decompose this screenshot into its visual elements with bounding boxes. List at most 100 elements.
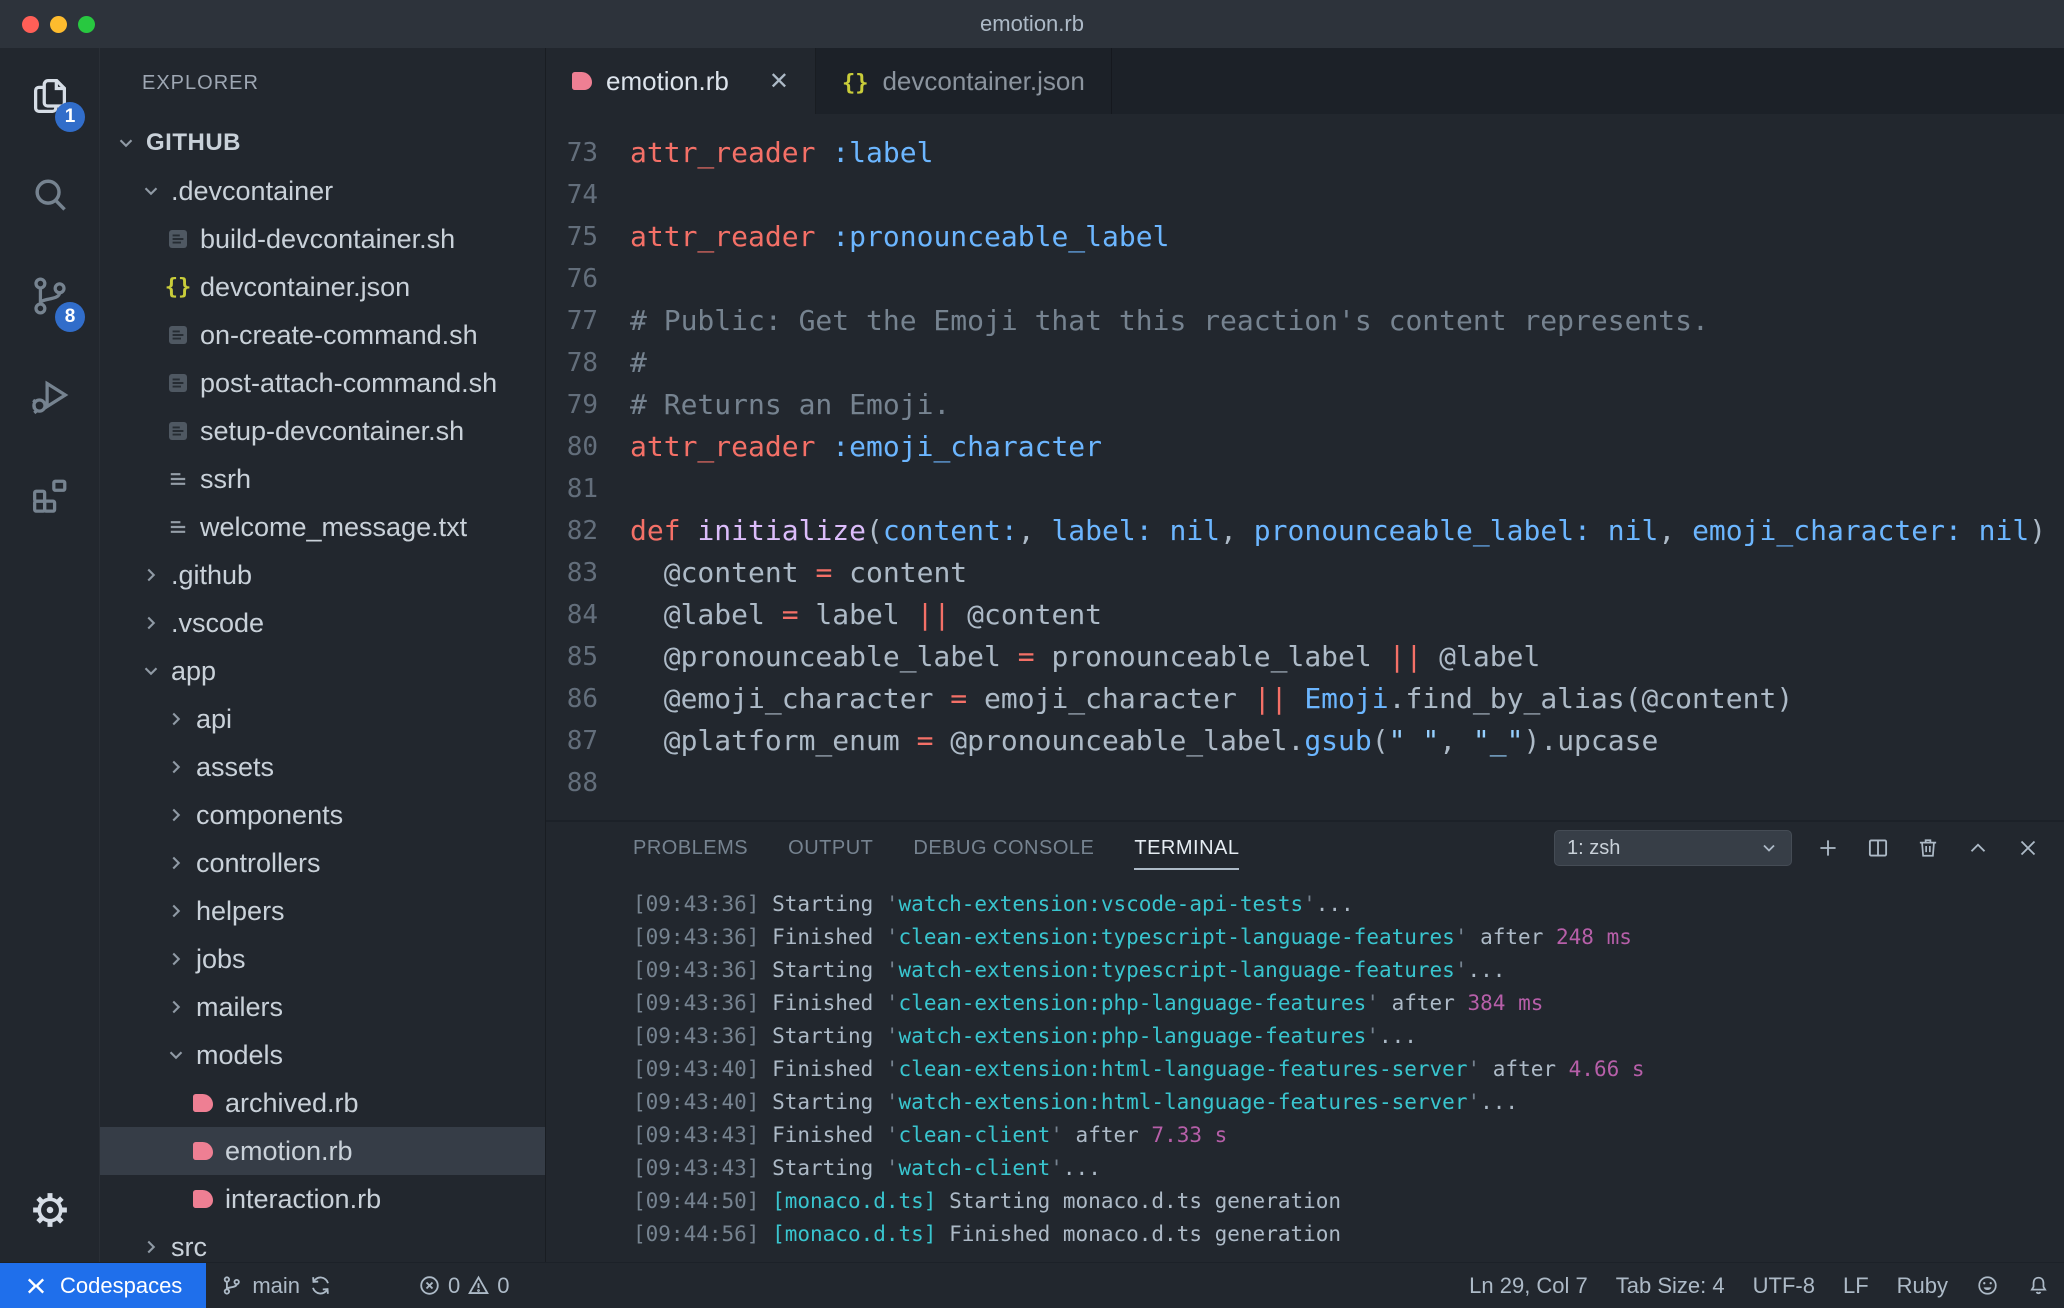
chevron-down-icon xyxy=(139,180,163,202)
status-eol-label: LF xyxy=(1842,1272,1869,1298)
status-tab-size[interactable]: Tab Size: 4 xyxy=(1602,1263,1739,1308)
tree-item-models[interactable]: models xyxy=(100,1031,545,1079)
tree-item-label: archived.rb xyxy=(225,1087,359,1118)
chevron-right-icon xyxy=(164,756,188,778)
new-terminal-button[interactable] xyxy=(1814,834,1842,862)
codespaces-remote-button[interactable]: Codespaces xyxy=(0,1263,207,1308)
terminal-output[interactable]: [09:43:36] Starting 'watch-extension:vsc… xyxy=(546,874,2064,1262)
tree-item-label: src xyxy=(171,1231,207,1262)
status-encoding[interactable]: UTF-8 xyxy=(1739,1263,1829,1308)
plus-icon xyxy=(1820,840,1836,856)
editor-tab-emotion-rb[interactable]: emotion.rb ✕ xyxy=(546,48,816,114)
tree-item-emotion-rb[interactable]: emotion.rb xyxy=(100,1127,545,1176)
tree-item-archived-rb[interactable]: archived.rb xyxy=(100,1079,545,1127)
code-line: 76 xyxy=(546,258,2064,300)
panel-tab-output[interactable]: OUTPUT xyxy=(788,822,873,874)
code-line: 86 @emoji_character = emoji_character ||… xyxy=(546,678,2064,720)
tree-item-api[interactable]: api xyxy=(100,695,545,743)
tree-item-components[interactable]: components xyxy=(100,791,545,839)
tree-item-assets[interactable]: assets xyxy=(100,743,545,791)
tree-item-mailers[interactable]: mailers xyxy=(100,983,545,1031)
tree-item-devcontainer-json[interactable]: {} devcontainer.json xyxy=(100,263,545,311)
tree-item-app[interactable]: app xyxy=(100,647,545,695)
code-line: 77 # Public: Get the Emoji that this reac… xyxy=(546,300,2064,342)
chevron-right-icon xyxy=(139,612,163,634)
tree-item-label: assets xyxy=(196,751,275,782)
tree-item-jobs[interactable]: jobs xyxy=(100,935,545,983)
chevron-right-icon xyxy=(139,1236,163,1258)
ruby-file-icon xyxy=(189,1094,217,1113)
tree-item--vscode[interactable]: .vscode xyxy=(100,599,545,647)
minimize-window-button[interactable] xyxy=(50,15,67,33)
code-line: 83 @content = content xyxy=(546,552,2064,594)
close-window-button[interactable] xyxy=(22,15,39,33)
tree-item-build-devcontainer-sh[interactable]: build-devcontainer.sh xyxy=(100,215,545,263)
tab-label: emotion.rb xyxy=(606,65,729,96)
code-text: attr_reader :emoji_character xyxy=(630,430,1103,463)
chevron-right-icon xyxy=(164,900,188,922)
tree-item-on-create-command-sh[interactable]: on-create-command.sh xyxy=(100,311,545,359)
maximize-panel-button[interactable] xyxy=(1964,834,1992,862)
code-text: @platform_enum = @pronounceable_label.gs… xyxy=(630,724,1659,757)
code-text: @content = content xyxy=(630,556,968,589)
close-panel-button[interactable] xyxy=(2014,834,2042,862)
tree-item-label: app xyxy=(171,655,217,686)
tree-item-interaction-rb[interactable]: interaction.rb xyxy=(100,1175,545,1223)
git-branch-button[interactable]: main xyxy=(206,1263,346,1308)
panel-tab-problems[interactable]: PROBLEMS xyxy=(633,822,748,874)
line-number: 88 xyxy=(566,768,598,798)
tree-item-welcome-message-txt[interactable]: welcome_message.txt xyxy=(100,503,545,551)
title-bar: emotion.rb xyxy=(0,0,2064,48)
status-feedback[interactable] xyxy=(1962,1263,2013,1308)
tree-item-setup-devcontainer-sh[interactable]: setup-devcontainer.sh xyxy=(100,407,545,455)
tree-item--devcontainer[interactable]: .devcontainer xyxy=(100,167,545,215)
code-text: @pronounceable_label = pronounceable_lab… xyxy=(630,640,1541,673)
kill-terminal-button[interactable] xyxy=(1914,834,1942,862)
zoom-window-button[interactable] xyxy=(78,15,95,33)
ruby-file-icon xyxy=(572,66,592,97)
status-notifications[interactable] xyxy=(2013,1263,2064,1308)
code-editor[interactable]: 73 attr_reader :label 74 75 attr_reader :pro… xyxy=(546,114,2064,820)
status-language-mode[interactable]: Ruby xyxy=(1883,1263,1962,1308)
tree-item-github[interactable]: GITHUB xyxy=(100,119,545,167)
close-icon xyxy=(2020,840,2036,856)
status-eol[interactable]: LF xyxy=(1829,1263,1883,1308)
tree-item-label: jobs xyxy=(196,943,246,974)
status-language-mode-label: Ruby xyxy=(1896,1272,1948,1298)
panel-tab-debug-console[interactable]: DEBUG CONSOLE xyxy=(913,822,1094,874)
terminal-selector-dropdown[interactable]: 1: zsh xyxy=(1554,830,1792,866)
tree-item-label: .github xyxy=(171,559,253,590)
json-file-icon: {} xyxy=(842,66,869,97)
chevron-right-icon xyxy=(139,564,163,586)
close-tab-icon[interactable]: ✕ xyxy=(769,67,789,96)
problems-button[interactable]: 0 0 xyxy=(404,1263,524,1308)
chevron-down-icon xyxy=(1759,838,1779,858)
tree-item-controllers[interactable]: controllers xyxy=(100,839,545,887)
terminal-line: [09:44:56] [monaco.d.ts] Finished monaco… xyxy=(633,1222,1342,1246)
split-terminal-button[interactable] xyxy=(1864,834,1892,862)
terminal-line: [09:44:50] [monaco.d.ts] Starting monaco… xyxy=(633,1189,1342,1213)
tree-item-ssrh[interactable]: ssrh xyxy=(100,455,545,503)
panel-tab-terminal[interactable]: TERMINAL xyxy=(1134,822,1240,874)
activity-explorer-button[interactable]: 1 xyxy=(0,48,99,148)
code-line: 79 # Returns an Emoji. xyxy=(546,384,2064,426)
panel-actions: 1: zsh xyxy=(1554,830,2042,866)
activity-run-debug-button[interactable] xyxy=(0,348,99,448)
activity-source-control-button[interactable]: 8 xyxy=(0,248,99,348)
tree-item--github[interactable]: .github xyxy=(100,551,545,599)
tree-item-post-attach-command-sh[interactable]: post-attach-command.sh xyxy=(100,359,545,407)
tree-item-label: interaction.rb xyxy=(225,1183,382,1214)
status-cursor-position[interactable]: Ln 29, Col 7 xyxy=(1455,1263,1602,1308)
editor-tab-devcontainer-json[interactable]: {} devcontainer.json xyxy=(816,48,1112,114)
tree-item-label: GITHUB xyxy=(146,129,241,157)
activity-settings-button[interactable] xyxy=(0,1162,99,1262)
tree-item-src[interactable]: src xyxy=(100,1223,545,1262)
activity-search-button[interactable] xyxy=(0,148,99,248)
code-line: 82 def initialize(content:, label: nil, p… xyxy=(546,510,2064,552)
json-braces-icon: {} xyxy=(841,70,869,96)
activity-extensions-button[interactable] xyxy=(0,448,99,548)
tree-item-helpers[interactable]: helpers xyxy=(100,887,545,935)
